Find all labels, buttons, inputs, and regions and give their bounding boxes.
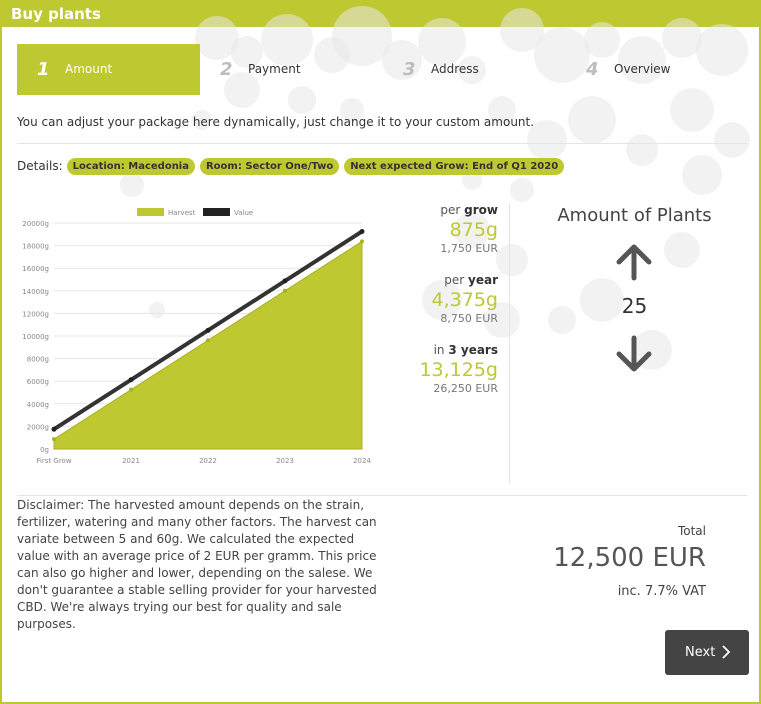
y-tick-label: 10000g bbox=[22, 333, 49, 341]
step-overview[interactable]: 4 Overview bbox=[566, 44, 749, 95]
step-label: Address bbox=[431, 62, 479, 76]
x-tick-label: First Grow bbox=[36, 457, 71, 465]
harvest-point bbox=[283, 288, 287, 293]
stat-weight: 13,125g bbox=[419, 359, 498, 381]
next-grow-badge: Next expected Grow: End of Q1 2020 bbox=[344, 157, 565, 175]
y-tick-label: 20000g bbox=[22, 220, 49, 228]
background-bubble bbox=[714, 122, 750, 158]
step-wizard: 1 Amount 2 Payment 3 Address 4 Overview bbox=[17, 44, 747, 95]
step-number: 2 bbox=[220, 59, 233, 80]
increase-button[interactable] bbox=[614, 242, 654, 282]
background-bubble bbox=[626, 134, 658, 166]
step-number: 4 bbox=[586, 59, 599, 80]
legend-swatch-value bbox=[203, 208, 230, 216]
total-value: 12,500 EUR bbox=[553, 543, 706, 573]
stat-label: per year bbox=[388, 273, 498, 287]
vat-note: inc. 7.7% VAT bbox=[617, 584, 706, 599]
background-bubble bbox=[510, 178, 534, 202]
value-point bbox=[51, 426, 57, 432]
stat-unit: grow bbox=[464, 203, 498, 217]
vertical-divider bbox=[509, 203, 510, 483]
value-point bbox=[359, 228, 365, 234]
y-tick-label: 18000g bbox=[22, 243, 49, 251]
step-amount[interactable]: 1 Amount bbox=[17, 44, 200, 95]
step-number: 3 bbox=[403, 59, 416, 80]
room-badge: Room: Sector One/Two bbox=[199, 157, 340, 175]
stat-per-year: per year 4,375g 8,750 EUR bbox=[388, 273, 498, 325]
stat-unit: 3 years bbox=[448, 343, 498, 357]
y-tick-label: 4000g bbox=[27, 401, 49, 409]
value-point bbox=[205, 327, 211, 333]
arrow-up-icon bbox=[616, 244, 652, 281]
y-tick-label: 0g bbox=[40, 446, 49, 454]
x-tick-label: 2024 bbox=[353, 457, 371, 465]
chevron-right-icon bbox=[722, 645, 731, 659]
next-button[interactable]: Next bbox=[665, 630, 749, 675]
value-point bbox=[128, 377, 134, 383]
stat-weight: 875g bbox=[449, 219, 498, 241]
harvest-point bbox=[129, 387, 133, 392]
plant-count[interactable]: 25 bbox=[522, 294, 747, 318]
y-tick-label: 16000g bbox=[22, 265, 49, 273]
step-payment[interactable]: 2 Payment bbox=[200, 44, 383, 95]
stat-three-years: in 3 years 13,125g 26,250 EUR bbox=[388, 343, 498, 395]
background-bubble bbox=[496, 244, 528, 276]
disclaimer-text: Disclaimer: The harvested amount depends… bbox=[17, 498, 377, 631]
step-label: Payment bbox=[248, 62, 301, 76]
harvest-point bbox=[206, 338, 210, 343]
step-label: Overview bbox=[614, 62, 671, 76]
harvest-point bbox=[52, 437, 56, 442]
x-tick-label: 2023 bbox=[276, 457, 294, 465]
stat-per-grow: per grow 875g 1,750 EUR bbox=[388, 203, 498, 255]
stat-weight: 4,375g bbox=[431, 289, 498, 311]
y-tick-label: 8000g bbox=[27, 356, 49, 364]
step-address[interactable]: 3 Address bbox=[383, 44, 566, 95]
stat-prefix: per bbox=[444, 273, 465, 287]
harvest-chart: 0g 2000g 4000g 6000g 8000g 10000g 12000g 14000g… bbox=[22, 208, 371, 465]
amount-title: Amount of Plants bbox=[557, 205, 712, 226]
intro-text: You can adjust your package here dynamic… bbox=[17, 115, 535, 129]
stat-label: in 3 years bbox=[388, 343, 498, 357]
location-badge: Location: Macedonia bbox=[66, 157, 195, 175]
total-label: Total bbox=[677, 524, 706, 538]
divider bbox=[17, 495, 747, 496]
legend-label-harvest: Harvest bbox=[168, 209, 196, 217]
y-tick-label: 2000g bbox=[27, 423, 49, 431]
x-tick-label: 2021 bbox=[122, 457, 140, 465]
x-tick-label: 2022 bbox=[199, 457, 217, 465]
background-bubble bbox=[568, 96, 616, 144]
harvest-area bbox=[53, 240, 363, 450]
step-label: Amount bbox=[65, 62, 113, 76]
divider bbox=[17, 143, 747, 144]
background-bubble bbox=[682, 155, 722, 195]
legend-swatch-harvest bbox=[137, 208, 164, 216]
stat-eur: 1,750 EUR bbox=[440, 242, 498, 255]
next-button-label: Next bbox=[685, 645, 716, 660]
y-tick-label: 12000g bbox=[22, 310, 49, 318]
page-title: Buy plants bbox=[11, 5, 101, 23]
y-tick-label: 14000g bbox=[22, 288, 49, 296]
value-point bbox=[282, 278, 288, 284]
details-row: Details: Location: Macedonia Room: Secto… bbox=[17, 157, 569, 175]
buy-plants-panel: Buy plants 1 Amount 2 Payment 3 Address … bbox=[0, 0, 761, 704]
stat-prefix: in bbox=[433, 343, 445, 357]
background-bubble bbox=[664, 232, 700, 268]
decrease-button[interactable] bbox=[614, 334, 654, 374]
arrow-down-icon bbox=[616, 335, 652, 372]
background-bubble bbox=[120, 173, 144, 197]
legend-label-value: Value bbox=[234, 209, 253, 217]
stat-eur: 26,250 EUR bbox=[433, 382, 498, 395]
stat-prefix: per bbox=[440, 203, 461, 217]
stat-label: per grow bbox=[388, 203, 498, 217]
step-number: 1 bbox=[37, 59, 50, 80]
harvest-point bbox=[360, 239, 364, 244]
stat-eur: 8,750 EUR bbox=[440, 312, 498, 325]
stat-unit: year bbox=[468, 273, 498, 287]
y-tick-label: 6000g bbox=[27, 378, 49, 386]
details-label: Details: bbox=[17, 159, 63, 173]
